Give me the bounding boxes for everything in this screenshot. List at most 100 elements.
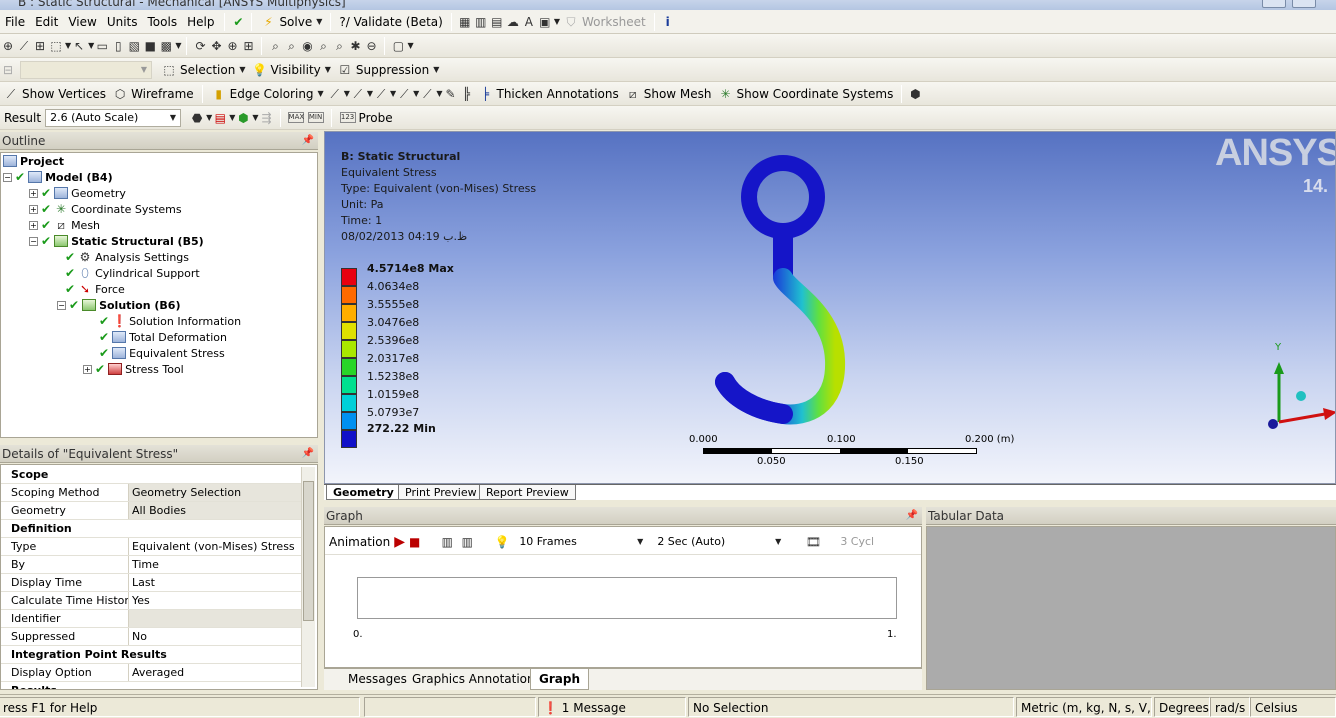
cube-icon[interactable]: ⬢ [907,86,923,102]
pointer-icon[interactable]: ↖ [71,38,87,54]
comment-icon[interactable]: ☁ [505,14,521,30]
named-selection-dropdown[interactable]: ▼ [20,60,152,79]
wireframe-button[interactable]: ⬡ Wireframe [109,86,197,102]
section-scope[interactable]: Scope [1,466,301,484]
collapse-icon[interactable]: − [57,300,66,310]
set-view-icon[interactable]: ⊖ [363,38,379,54]
info-icon[interactable]: i [660,14,676,30]
menu-view[interactable]: View [63,15,101,29]
select-edge-icon[interactable]: ⟋ [16,38,32,54]
expand-icon[interactable]: + [29,204,38,214]
zoom-to-fit-icon[interactable]: ⌕ [267,38,283,54]
edge-select-icon[interactable]: ▯ [110,38,126,54]
coordinate-triad[interactable] [1259,342,1336,432]
status-units[interactable]: Metric (m, kg, N, s, V, A) [1016,697,1152,717]
selection-menu[interactable]: ⬚ Selection ▼ [158,62,248,78]
chart-icon[interactable]: ▥ [473,14,489,30]
tabular-data-panel[interactable] [926,526,1336,690]
menu-edit[interactable]: Edit [30,15,63,29]
tree-item-mesh[interactable]: + ✔ ⧄ Mesh [29,217,100,233]
export-video-icon[interactable]: 🎞 [805,534,821,550]
row-suppressed[interactable]: Suppressed No [1,628,301,646]
hook-model[interactable] [695,142,865,442]
tree-item-stress-tool[interactable]: + ✔ Stress Tool [83,361,184,377]
menu-help[interactable]: Help [182,15,219,29]
result-sets-icon[interactable]: ▥ [459,534,475,550]
image-icon[interactable]: ▣ [537,14,553,30]
select-face-icon[interactable]: ⊞ [32,38,48,54]
solve-button[interactable]: ⚡ Solve ▼ [257,14,325,30]
select-mode-icon[interactable]: ⬚ [48,38,64,54]
details-scrollbar[interactable] [301,467,315,687]
pan-icon[interactable]: ✥ [208,38,224,54]
tree-item-project[interactable]: Project [3,153,64,169]
tree-item-geometry[interactable]: + ✔ Geometry [29,185,126,201]
tree-item-model[interactable]: − ✔ Model (B4) [3,169,113,185]
zoom-icon[interactable]: ⊕ [224,38,240,54]
probe-button[interactable]: 123 Probe [337,111,396,125]
deformation-scale-dropdown[interactable]: 2.6 (Auto Scale) ▼ [45,108,182,127]
row-calculate-time-history[interactable]: Calculate Time History Yes [1,592,301,610]
row-geometry[interactable]: Geometry All Bodies [1,502,301,520]
edge-style-1-icon[interactable]: ⟋ [327,86,343,102]
chevron-down-icon[interactable]: ▼ [316,17,322,26]
play-icon[interactable]: ▶ [394,534,405,550]
expand-icon[interactable]: + [83,364,92,374]
scrollbar-thumb[interactable] [303,481,314,621]
menu-tools[interactable]: Tools [143,15,183,29]
collapse-icon[interactable]: − [29,236,38,246]
maximize-button[interactable] [1292,0,1316,8]
tab-messages[interactable]: Messages [348,672,407,686]
report-icon[interactable]: ▤ [489,14,505,30]
visibility-menu[interactable]: 💡 Visibility ▼ [248,62,333,78]
magnify-window-icon[interactable]: ◉ [299,38,315,54]
tree-item-static-structural[interactable]: − ✔ Static Structural (B5) [29,233,204,249]
vector-display-icon[interactable]: ⇶ [259,110,275,126]
edge-coloring-menu[interactable]: ▮ Edge Coloring ▼ [208,86,327,102]
row-display-time[interactable]: Display Time Last [1,574,301,592]
minimize-button[interactable] [1262,0,1286,8]
show-mesh-button[interactable]: ⧄ Show Mesh [622,86,715,102]
face-select-icon[interactable]: ▭ [94,38,110,54]
tab-graphics-annotations[interactable]: Graphics Annotations [412,672,541,686]
show-coordinate-systems-button[interactable]: ✳ Show Coordinate Systems [715,86,897,102]
menu-file[interactable]: File [0,15,30,29]
validate-button[interactable]: ?/ Validate (Beta) [336,15,445,29]
pin-icon[interactable]: 📌 [302,132,314,150]
text-annotation-icon[interactable]: A [521,14,537,30]
tab-graph[interactable]: Graph [530,669,589,690]
pin-edge-icon[interactable]: ✎ [442,86,458,102]
menu-units[interactable]: Units [102,15,143,29]
status-temperature[interactable]: Celsius [1250,697,1336,717]
status-angle[interactable]: Degrees [1154,697,1210,717]
timeline-plot[interactable] [357,577,897,619]
lightbulb-icon[interactable]: 💡 [494,534,510,550]
edge-style-4-icon[interactable]: ⟋ [396,86,412,102]
row-display-option[interactable]: Display Option Averaged [1,664,301,682]
chevron-down-icon[interactable]: ▼ [175,41,181,50]
section-integration-point-results[interactable]: Integration Point Results [1,646,301,664]
box-zoom-icon[interactable]: ⊞ [240,38,256,54]
suppression-menu[interactable]: ☑ Suppression ▼ [334,62,442,78]
distributed-frames-icon[interactable]: ▥ [439,534,455,550]
previous-view-icon[interactable]: ⌕ [315,38,331,54]
tree-item-coordinate-systems[interactable]: + ✔ ✳ Coordinate Systems [29,201,182,217]
tab-geometry[interactable]: Geometry [326,485,401,500]
edge-split-icon[interactable]: ╠ [458,86,474,102]
edge-display-icon[interactable]: ⬢ [235,110,251,126]
section-definition[interactable]: Definition [1,520,301,538]
pin-icon[interactable]: 📌 [906,507,918,525]
new-chart-icon[interactable]: ▦ [457,14,473,30]
magnifier-icon[interactable]: ⌕ [283,38,299,54]
select-vertex-icon[interactable]: ⊕ [0,38,16,54]
edge-style-3-icon[interactable]: ⟋ [373,86,389,102]
extend-selection-icon[interactable]: ▩ [158,38,174,54]
show-vertices-button[interactable]: ⟋ Show Vertices [0,86,109,102]
tree-item-solution-information[interactable]: ✔ ❗ Solution Information [99,313,241,329]
extend-select-icon[interactable]: ■ [142,38,158,54]
chevron-down-icon[interactable]: ▼ [407,41,413,50]
cycles-control[interactable]: 3 Cycl [840,535,874,548]
tree-item-equivalent-stress[interactable]: ✔ Equivalent Stress [99,345,225,361]
duration-dropdown[interactable]: 2 Sec (Auto) ▼ [652,532,787,551]
tree-item-cylindrical-support[interactable]: ✔ ⬯ Cylindrical Support [65,265,200,281]
